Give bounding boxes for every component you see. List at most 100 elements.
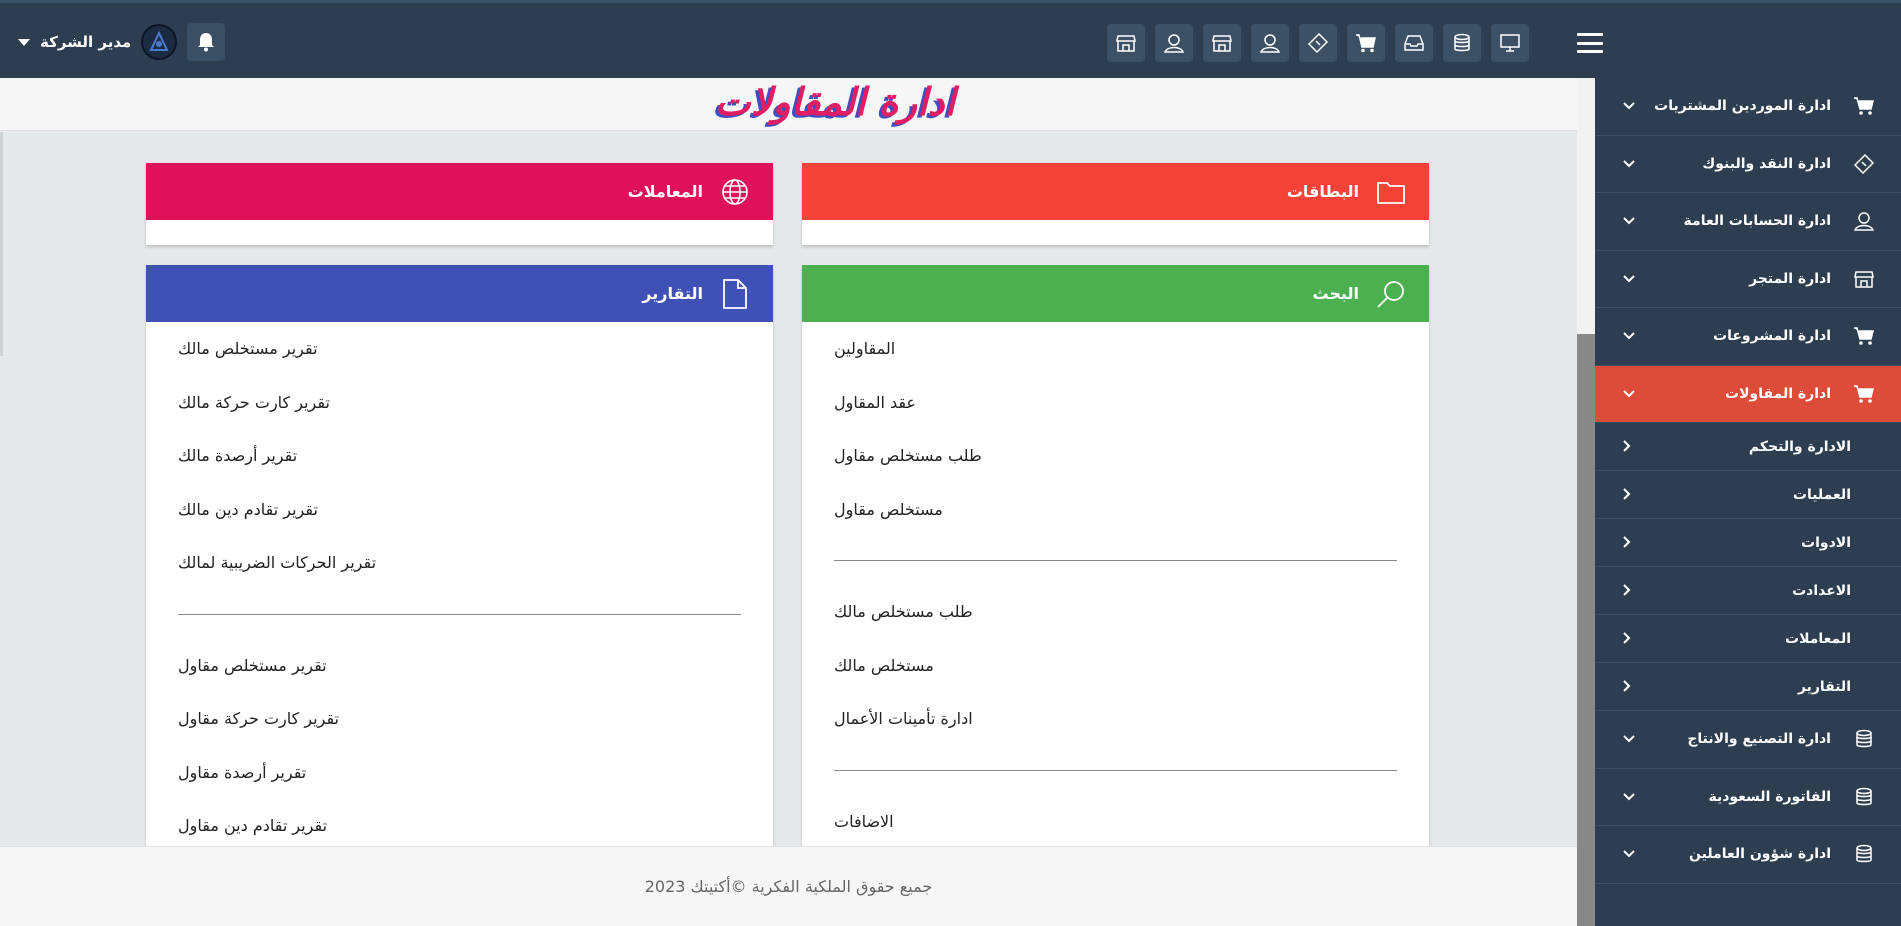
page-title: ادارة المقاولات bbox=[714, 80, 956, 124]
list-item[interactable]: المقاولين bbox=[834, 322, 1397, 376]
store-icon[interactable] bbox=[1107, 24, 1145, 62]
sidebar-item-store[interactable]: ادارة المتجر bbox=[1595, 251, 1901, 308]
chevron-down-icon bbox=[1619, 275, 1639, 283]
ticket-icon bbox=[1851, 153, 1877, 175]
chevron-right-icon bbox=[1623, 485, 1631, 504]
user-icon[interactable] bbox=[1251, 24, 1289, 62]
chevron-right-icon bbox=[1623, 581, 1631, 600]
list-item[interactable]: تقرير تقادم دين مالك bbox=[178, 483, 741, 537]
scrollbar-thumb[interactable] bbox=[1577, 334, 1595, 926]
transactions-panel-title: المعاملات bbox=[627, 182, 703, 201]
reports-panel-header: التقارير bbox=[146, 265, 773, 322]
database-icon bbox=[1851, 843, 1877, 865]
quick-access-toolbar bbox=[1107, 24, 1529, 62]
sidebar-subitem-label: التقارير bbox=[1797, 678, 1851, 695]
sidebar-item-general-accounts[interactable]: ادارة الحسابات العامة bbox=[1595, 193, 1901, 251]
bell-icon bbox=[198, 33, 215, 52]
list-item[interactable]: طلب مستخلص مالك bbox=[834, 585, 1397, 639]
reports-panel-title: التقارير bbox=[642, 284, 703, 303]
sidebar-item-projects[interactable]: ادارة المشروعات bbox=[1595, 308, 1901, 366]
sidebar-item-label: ادارة النقد والبنوك bbox=[1702, 155, 1831, 172]
sidebar-subitem-label: العمليات bbox=[1792, 486, 1851, 503]
chevron-right-icon bbox=[1623, 437, 1631, 456]
globe-icon bbox=[717, 174, 753, 210]
database-icon bbox=[1851, 786, 1877, 808]
transactions-panel[interactable]: المعاملات bbox=[146, 163, 773, 245]
document-icon bbox=[717, 276, 753, 312]
avatar[interactable] bbox=[141, 24, 178, 60]
list-item[interactable]: الاضافات bbox=[834, 795, 1397, 849]
user-name[interactable]: مدير الشركة bbox=[40, 33, 131, 51]
list-item[interactable]: تقرير أرصدة مالك bbox=[178, 429, 741, 483]
sidebar-item-cash-banks[interactable]: ادارة النقد والبنوك bbox=[1595, 136, 1901, 193]
ticket-icon[interactable] bbox=[1299, 24, 1337, 62]
list-item[interactable]: مستخلص مقاول bbox=[834, 483, 1397, 537]
list-item[interactable]: تقرير كارت حركة مقاول bbox=[178, 692, 741, 746]
footer: جميع حقوق الملكية الفكرية ©أكتيتك 2023 bbox=[0, 846, 1577, 926]
inbox-icon[interactable] bbox=[1395, 24, 1433, 62]
store-icon bbox=[1851, 268, 1877, 290]
sidebar-item-label: ادارة الموردين المشتريات bbox=[1654, 98, 1831, 115]
sidebar-subitem-transactions[interactable]: المعاملات bbox=[1595, 615, 1901, 663]
chevron-down-icon bbox=[1619, 793, 1639, 801]
store-icon[interactable] bbox=[1203, 24, 1241, 62]
sidebar-subitem-management-control[interactable]: الادارة والتحكم bbox=[1595, 423, 1901, 471]
sidebar-subitem-operations[interactable]: العمليات bbox=[1595, 471, 1901, 519]
sidebar-item-saudi-invoice[interactable]: الفاتورة السعودية bbox=[1595, 769, 1901, 826]
user-icon bbox=[1851, 210, 1877, 232]
sidebar-item-label: الفاتورة السعودية bbox=[1708, 788, 1831, 805]
chevron-down-icon bbox=[1619, 850, 1639, 858]
cards-panel[interactable]: البطاقات bbox=[802, 163, 1429, 245]
sidebar-subitem-settings[interactable]: الاعدادت bbox=[1595, 567, 1901, 615]
sidebar-item-label: ادارة المقاولات bbox=[1725, 385, 1831, 402]
list-item[interactable]: تقرير مستخلص مالك bbox=[178, 322, 741, 376]
sidebar-subitem-label: المعاملات bbox=[1785, 630, 1851, 647]
sidebar-item-suppliers-purchases[interactable]: ادارة الموردين المشتريات bbox=[1595, 78, 1901, 136]
list-item[interactable]: ادارة تأمينات الأعمال bbox=[834, 692, 1397, 746]
list-item[interactable]: تقرير تقادم دين مقاول bbox=[178, 799, 741, 853]
copyright-text: جميع حقوق الملكية الفكرية ©أكتيتك 2023 bbox=[644, 877, 933, 896]
menu-toggle-button[interactable] bbox=[1577, 33, 1603, 53]
divider bbox=[178, 613, 741, 615]
list-item[interactable]: تقرير مستخلص مقاول bbox=[178, 639, 741, 693]
sidebar-item-label: ادارة شؤون العاملين bbox=[1689, 846, 1831, 863]
list-item[interactable]: تقرير كارت حركة مالك bbox=[178, 376, 741, 430]
sidebar-subitem-tools[interactable]: الادوات bbox=[1595, 519, 1901, 567]
sidebar-item-manufacturing[interactable]: ادارة التصنيع والانتاج bbox=[1595, 711, 1901, 769]
notifications-button[interactable] bbox=[187, 23, 226, 61]
cards-panel-title: البطاقات bbox=[1286, 182, 1359, 201]
list-item[interactable]: مستخلص مالك bbox=[834, 639, 1397, 693]
chevron-right-icon bbox=[1623, 533, 1631, 552]
reports-links: تقرير مستخلص مالك تقرير كارت حركة مالك ت… bbox=[146, 322, 773, 853]
caret-down-icon[interactable] bbox=[18, 38, 30, 46]
folder-icon bbox=[1373, 174, 1409, 210]
sidebar-item-label: ادارة الحسابات العامة bbox=[1683, 213, 1831, 230]
user-menu[interactable]: مدير الشركة bbox=[18, 23, 226, 61]
sidebar-subitem-label: الاعدادت bbox=[1792, 582, 1851, 599]
sidebar-item-contracting[interactable]: ادارة المقاولات bbox=[1595, 365, 1901, 423]
monitor-icon[interactable] bbox=[1491, 24, 1529, 62]
search-links: المقاولين عقد المقاول طلب مستخلص مقاول م… bbox=[802, 322, 1429, 848]
cards-panel-header[interactable]: البطاقات bbox=[802, 163, 1429, 220]
list-item[interactable]: طلب مستخلص مقاول bbox=[834, 429, 1397, 483]
sidebar-item-hr[interactable]: ادارة شؤون العاملين bbox=[1595, 826, 1901, 884]
chevron-down-icon bbox=[1619, 102, 1639, 110]
cart-icon bbox=[1851, 96, 1877, 116]
cart-icon bbox=[1851, 384, 1877, 404]
chevron-down-icon bbox=[1619, 390, 1639, 398]
sidebar-subitem-reports[interactable]: التقارير bbox=[1595, 663, 1901, 711]
left-edge-divider bbox=[0, 132, 3, 356]
search-panel: البحث المقاولين عقد المقاول طلب مستخلص م… bbox=[802, 265, 1429, 846]
chevron-down-icon bbox=[1619, 735, 1639, 743]
list-item[interactable]: عقد المقاول bbox=[834, 376, 1397, 430]
list-item[interactable]: تقرير أرصدة مقاول bbox=[178, 746, 741, 800]
list-item[interactable]: تقرير الحركات الضريبية لمالك bbox=[178, 536, 741, 590]
chevron-right-icon bbox=[1623, 629, 1631, 648]
cart-icon[interactable] bbox=[1347, 24, 1385, 62]
search-panel-header: البحث bbox=[802, 265, 1429, 322]
divider bbox=[834, 560, 1397, 561]
sidebar-subitem-label: الادوات bbox=[1801, 534, 1851, 551]
transactions-panel-header[interactable]: المعاملات bbox=[146, 163, 773, 220]
database-icon[interactable] bbox=[1443, 24, 1481, 62]
user-icon[interactable] bbox=[1155, 24, 1193, 62]
